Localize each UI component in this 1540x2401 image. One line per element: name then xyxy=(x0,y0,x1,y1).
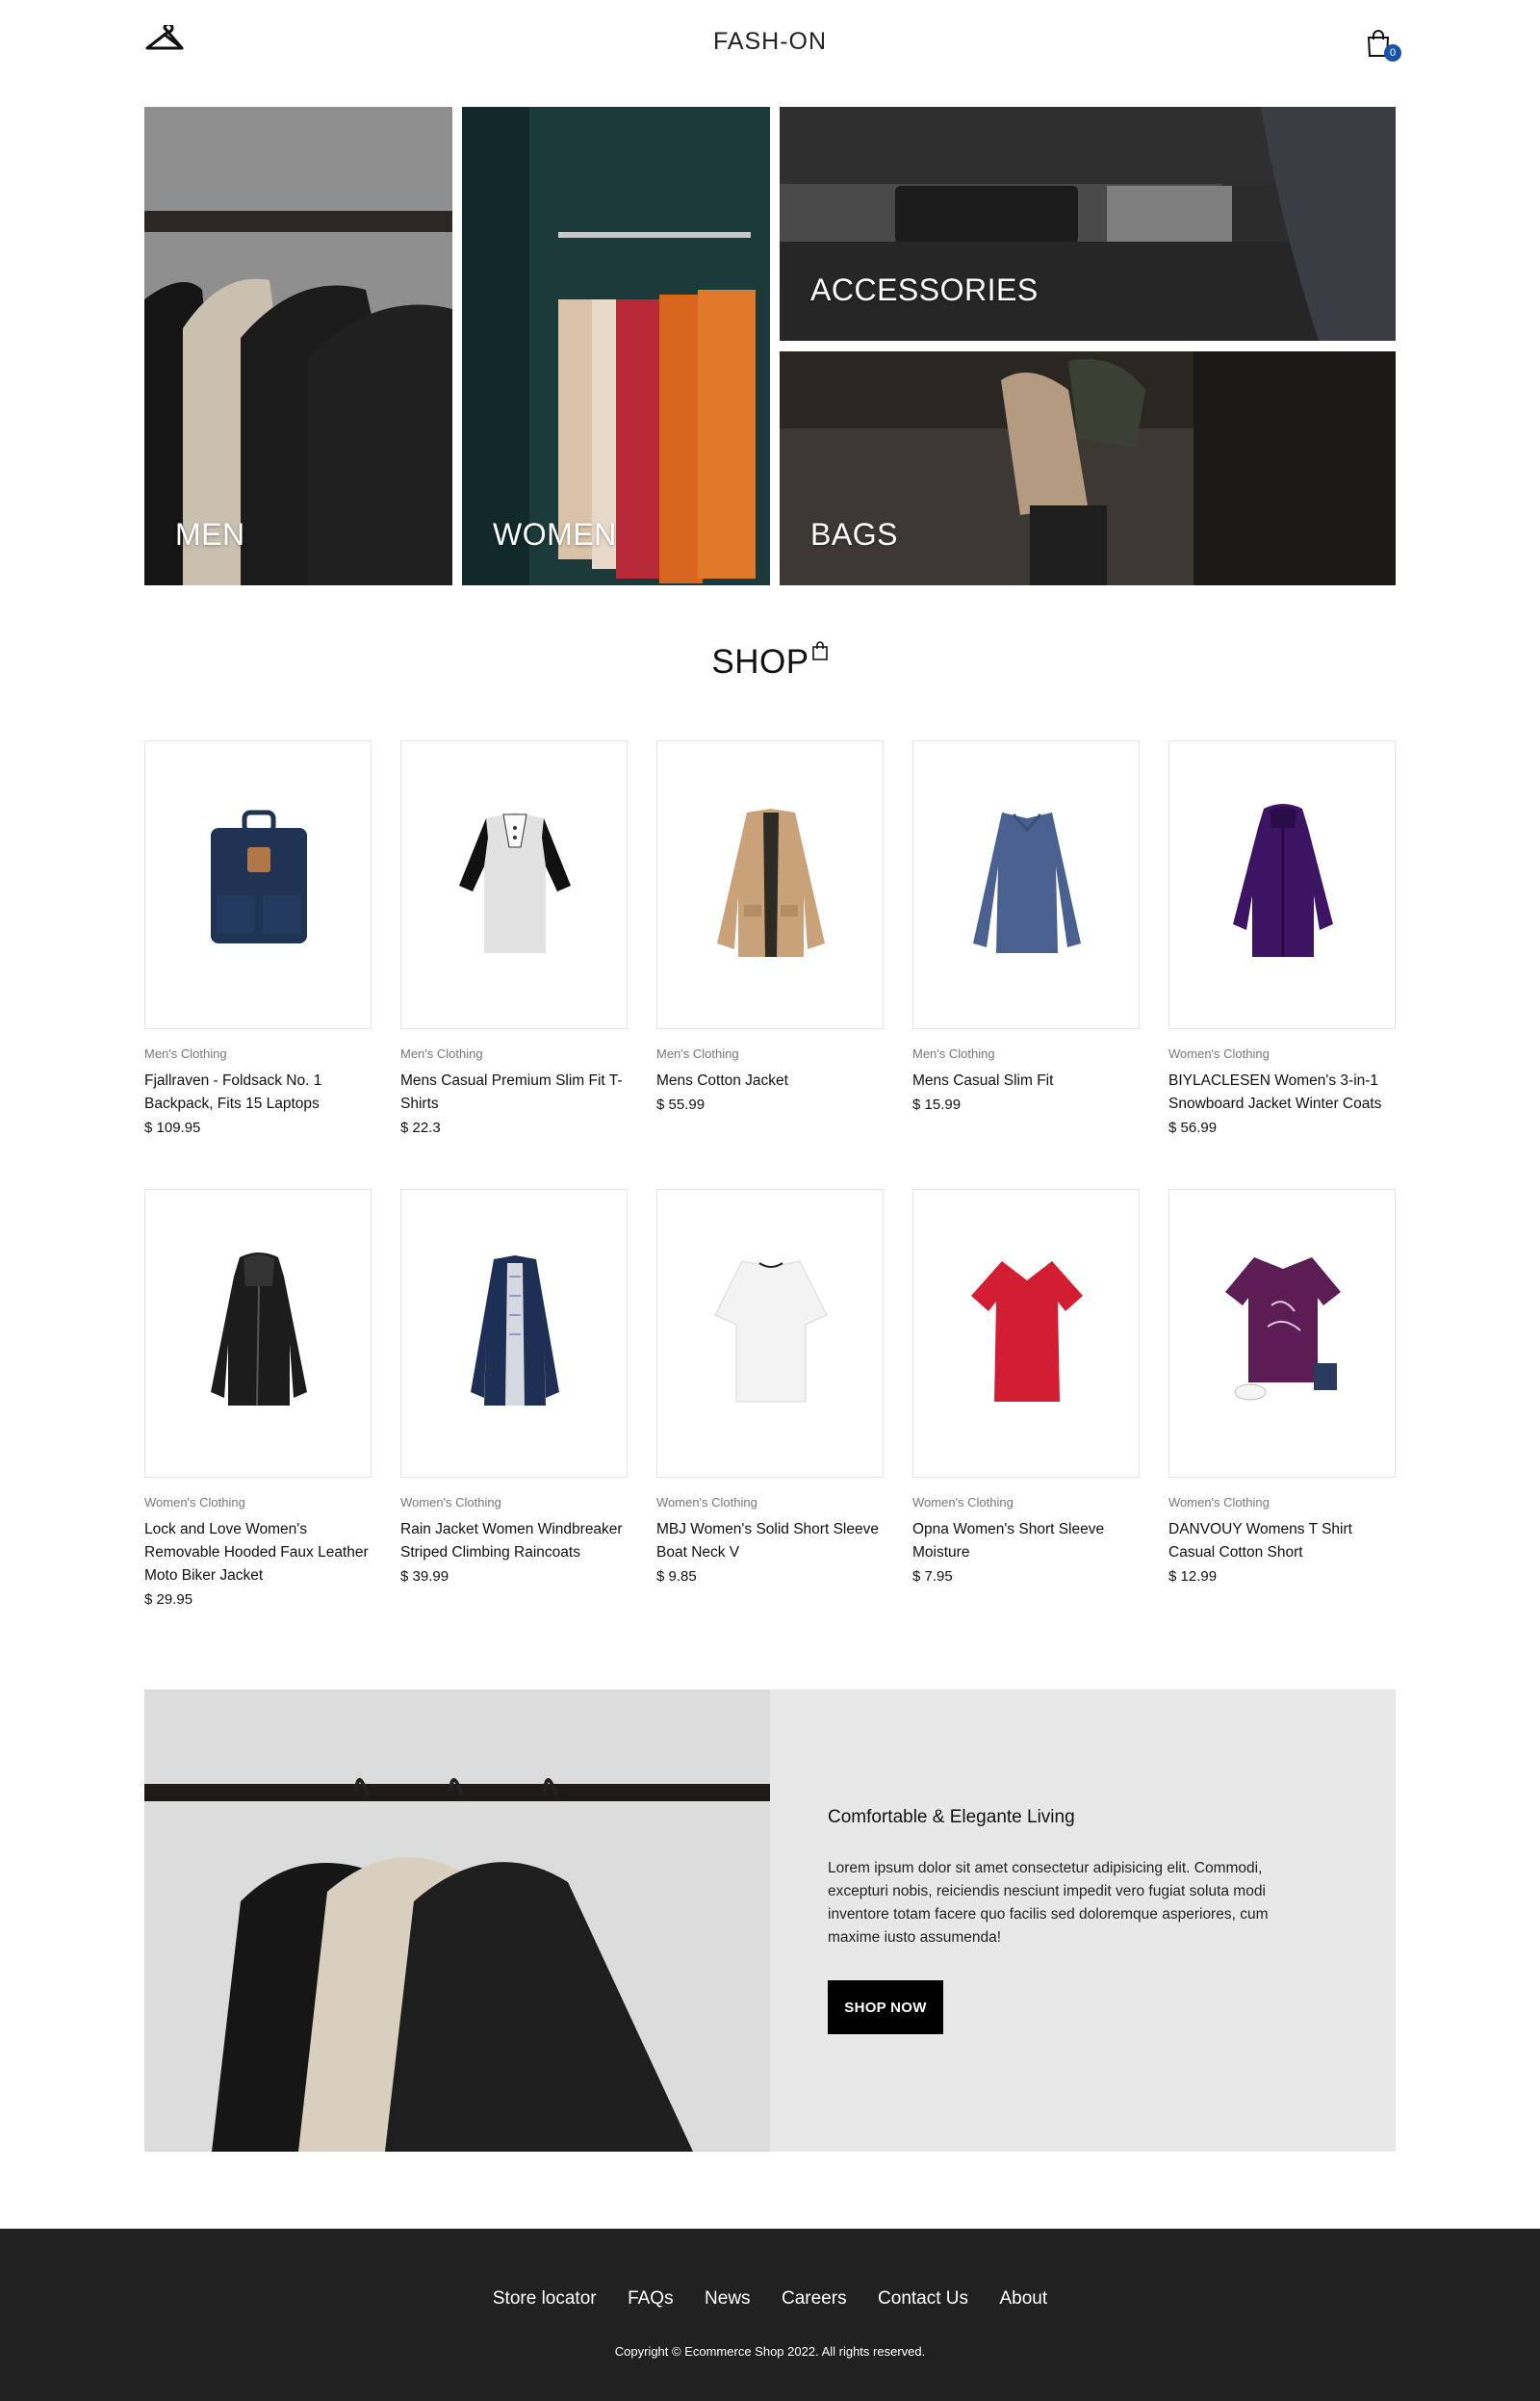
rain-jacket-icon xyxy=(471,1255,559,1406)
women-clothes-rack-image xyxy=(462,107,770,585)
promo-banner: Comfortable & Elegante Living Lorem ipsu… xyxy=(144,1690,1396,2152)
product-price: $ 29.95 xyxy=(144,1591,193,1608)
category-label-bags: BAGS xyxy=(810,517,898,552)
shop-now-button[interactable]: SHOP NOW xyxy=(828,1980,943,2034)
product-price: $ 9.85 xyxy=(656,1568,697,1585)
product-card[interactable]: Men's Clothing Fjallraven - Foldsack No.… xyxy=(144,740,372,1136)
product-price: $ 7.95 xyxy=(912,1568,953,1585)
product-card[interactable]: Women's Clothing Opna Women's Short Slee… xyxy=(912,1189,1140,1585)
product-category: Women's Clothing xyxy=(400,1495,501,1510)
product-category: Women's Clothing xyxy=(1168,1495,1270,1510)
product-category: Women's Clothing xyxy=(912,1495,1014,1510)
product-price: $ 109.95 xyxy=(144,1120,201,1136)
product-name[interactable]: DANVOUY Womens T Shirt Casual Cotton Sho… xyxy=(1168,1518,1396,1564)
product-card[interactable]: Women's Clothing BIYLACLESEN Women's 3-i… xyxy=(1168,740,1396,1136)
product-name[interactable]: BIYLACLESEN Women's 3-in-1 Snowboard Jac… xyxy=(1168,1070,1396,1116)
product-name[interactable]: Lock and Love Women's Removable Hooded F… xyxy=(144,1518,372,1588)
product-price: $ 56.99 xyxy=(1168,1120,1218,1136)
product-image[interactable] xyxy=(912,1189,1140,1478)
brand-title[interactable]: FASH-ON xyxy=(144,28,1396,56)
red-tshirt-icon xyxy=(971,1261,1083,1402)
product-card[interactable]: Women's Clothing Lock and Love Women's R… xyxy=(144,1189,372,1608)
product-category: Women's Clothing xyxy=(656,1495,757,1510)
product-category: Men's Clothing xyxy=(912,1046,995,1061)
men-shirts-image xyxy=(144,107,452,585)
footer-link-news[interactable]: News xyxy=(705,2288,751,2309)
product-category: Men's Clothing xyxy=(144,1046,227,1061)
product-image[interactable] xyxy=(656,1189,884,1478)
product-name[interactable]: Rain Jacket Women Windbreaker Striped Cl… xyxy=(400,1518,628,1564)
category-tile-accessories[interactable]: ACCESSORIES xyxy=(780,107,1396,341)
product-card[interactable]: Men's Clothing Mens Cotton Jacket $ 55.9… xyxy=(656,740,884,1113)
product-price: $ 12.99 xyxy=(1168,1568,1218,1585)
product-image[interactable] xyxy=(400,1189,628,1478)
cart-button[interactable]: 0 xyxy=(1365,29,1401,62)
shirts-on-rack-image xyxy=(144,1690,770,2152)
product-name[interactable]: Fjallraven - Foldsack No. 1 Backpack, Fi… xyxy=(144,1070,372,1116)
cotton-jacket-icon xyxy=(717,809,825,957)
product-category: Men's Clothing xyxy=(400,1046,483,1061)
product-image[interactable] xyxy=(1168,740,1396,1029)
product-price: $ 15.99 xyxy=(912,1097,962,1113)
footer-link-careers[interactable]: Careers xyxy=(782,2288,847,2309)
page: FASH-ON 0 MEN WOMEN ACCESSORIES BAGS SHO… xyxy=(0,0,1540,2401)
product-category: Women's Clothing xyxy=(1168,1046,1270,1061)
category-label-men: MEN xyxy=(175,517,245,552)
footer-link-about[interactable]: About xyxy=(999,2288,1047,2309)
category-tile-bags[interactable]: BAGS xyxy=(780,351,1396,585)
copyright-text: Copyright © Ecommerce Shop 2022. All rig… xyxy=(614,2344,926,2359)
product-card[interactable]: Women's Clothing DANVOUY Womens T Shirt … xyxy=(1168,1189,1396,1585)
product-image[interactable] xyxy=(400,740,628,1029)
shop-heading-text: SHOP xyxy=(711,643,809,681)
footer-link-faqs[interactable]: FAQs xyxy=(628,2288,674,2309)
footer-link-contact-us[interactable]: Contact Us xyxy=(878,2288,968,2309)
product-image[interactable] xyxy=(144,1189,372,1478)
product-name[interactable]: Opna Women's Short Sleeve Moisture xyxy=(912,1518,1140,1564)
footer-nav: Store locator FAQs News Careers Contact … xyxy=(0,2288,1540,2310)
raglan-tshirt-icon xyxy=(459,813,571,953)
long-sleeve-shirt-icon xyxy=(973,813,1081,953)
category-tile-women[interactable]: WOMEN xyxy=(462,107,770,585)
product-price: $ 22.3 xyxy=(400,1120,441,1136)
product-name[interactable]: Mens Casual Slim Fit xyxy=(912,1070,1140,1093)
product-name[interactable]: Mens Cotton Jacket xyxy=(656,1070,884,1093)
backpack-icon xyxy=(211,810,307,943)
product-price: $ 39.99 xyxy=(400,1568,449,1585)
leather-jacket-icon xyxy=(211,1252,307,1407)
product-name[interactable]: MBJ Women's Solid Short Sleeve Boat Neck… xyxy=(656,1518,884,1564)
banner-description: Lorem ipsum dolor sit amet consectetur a… xyxy=(828,1860,1269,1946)
product-name[interactable]: Mens Casual Premium Slim Fit T-Shirts xyxy=(400,1070,628,1116)
white-top-icon xyxy=(714,1260,828,1403)
purple-tshirt-icon xyxy=(1225,1257,1341,1401)
product-card[interactable]: Women's Clothing Rain Jacket Women Windb… xyxy=(400,1189,628,1585)
product-price: $ 55.99 xyxy=(656,1097,706,1113)
product-image[interactable] xyxy=(912,740,1140,1029)
category-grid: MEN WOMEN ACCESSORIES BAGS xyxy=(144,107,1396,585)
site-header: FASH-ON 0 xyxy=(144,19,1401,67)
product-image[interactable] xyxy=(656,740,884,1029)
product-card[interactable]: Men's Clothing Mens Casual Slim Fit $ 15… xyxy=(912,740,1140,1113)
footer-link-store-locator[interactable]: Store locator xyxy=(493,2288,597,2309)
site-footer: Store locator FAQs News Careers Contact … xyxy=(0,2229,1540,2401)
product-image[interactable] xyxy=(144,740,372,1029)
category-label-women: WOMEN xyxy=(493,517,617,552)
shop-heading: SHOP xyxy=(0,641,1540,682)
category-tile-men[interactable]: MEN xyxy=(144,107,452,585)
shopping-bag-icon xyxy=(811,641,828,660)
product-image[interactable] xyxy=(1168,1189,1396,1478)
banner-image xyxy=(144,1690,770,2152)
banner-title: Comfortable & Elegante Living xyxy=(828,1807,1075,1827)
product-card[interactable]: Women's Clothing MBJ Women's Solid Short… xyxy=(656,1189,884,1585)
cart-count-badge: 0 xyxy=(1384,44,1401,62)
product-category: Women's Clothing xyxy=(144,1495,245,1510)
product-category: Men's Clothing xyxy=(656,1046,739,1061)
product-card[interactable]: Men's Clothing Mens Casual Premium Slim … xyxy=(400,740,628,1136)
category-label-accessories: ACCESSORIES xyxy=(810,272,1039,307)
purple-jacket-icon xyxy=(1233,804,1333,957)
